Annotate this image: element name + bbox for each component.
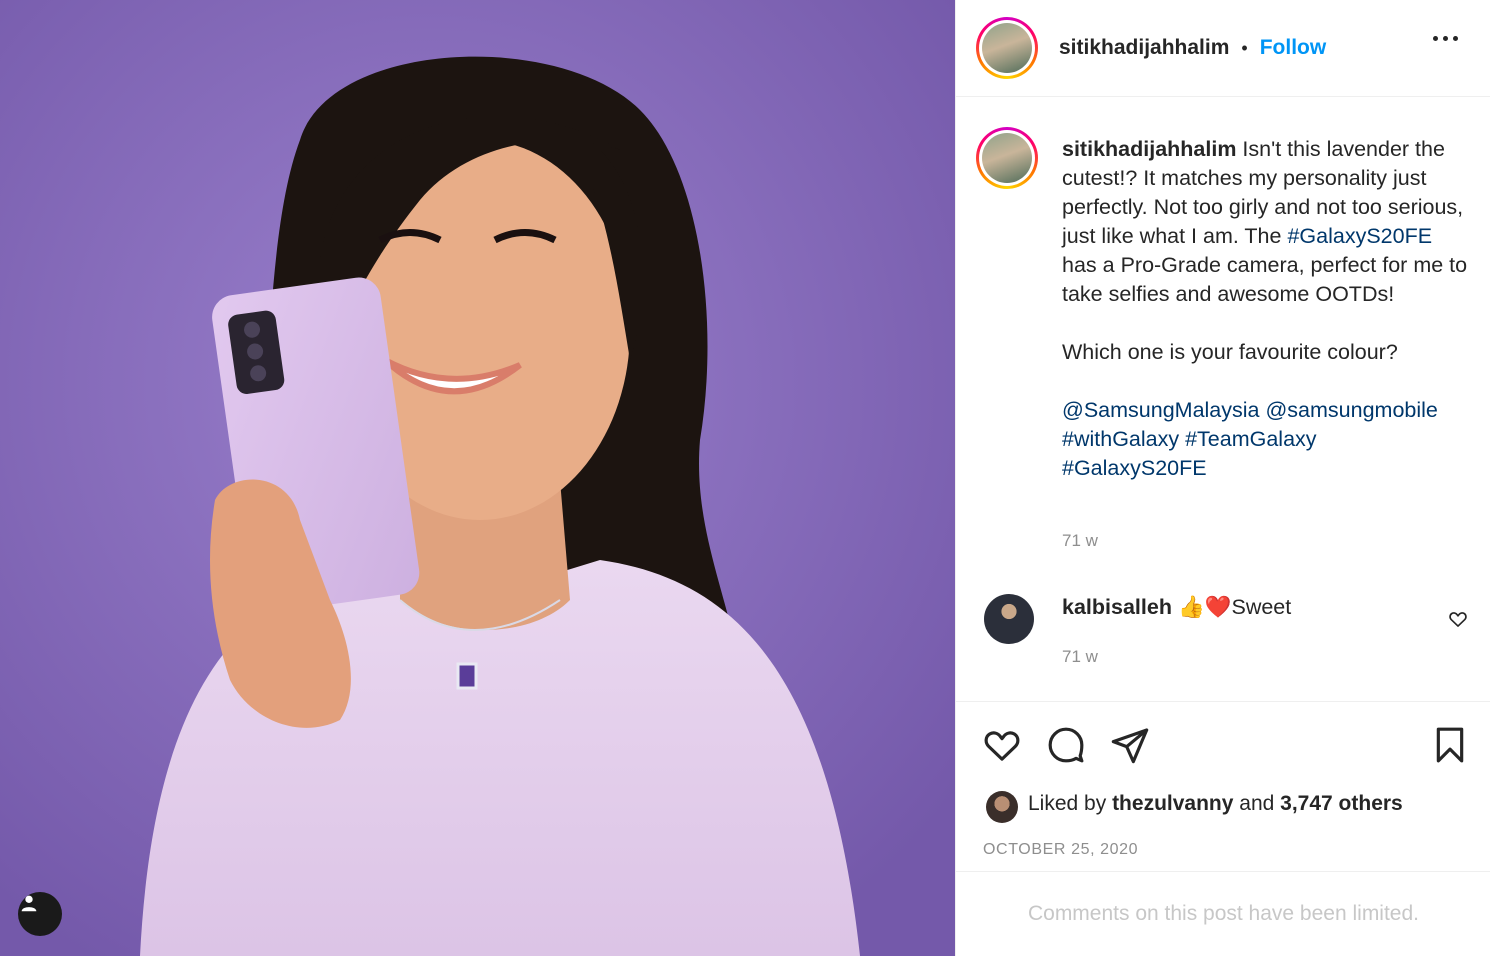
hashtag-link[interactable]: #TeamGalaxy (1185, 427, 1316, 451)
save-button[interactable] (1430, 725, 1470, 770)
hashtag-link[interactable]: #GalaxyS20FE (1062, 456, 1207, 480)
liker-username[interactable]: thezulvanny (1112, 792, 1233, 815)
heart-icon (1449, 612, 1467, 627)
caption-author-avatar[interactable] (976, 127, 1038, 189)
caption-author-avatar-image (982, 133, 1032, 183)
likes-summary: Liked by thezulvanny and 3,747 others (1028, 792, 1403, 816)
mention-link[interactable]: @SamsungMalaysia (1062, 398, 1260, 422)
post-image[interactable] (0, 0, 955, 956)
share-icon (1111, 728, 1149, 764)
comment-icon (1048, 727, 1084, 763)
caption-text: sitikhadijahhalim Isn't this lavender th… (1062, 135, 1472, 483)
separator-dot: • (1241, 37, 1248, 58)
comment-button[interactable] (1046, 725, 1086, 770)
comment-body: 👍❤️Sweet (1177, 595, 1292, 619)
commenter-username[interactable]: kalbisalleh (1062, 595, 1172, 619)
author-avatar-image (982, 23, 1032, 73)
user-tag-icon (21, 895, 37, 912)
bookmark-icon (1436, 727, 1464, 763)
user-tag-button[interactable] (18, 892, 62, 936)
hashtag-link[interactable]: #GalaxyS20FE (1287, 224, 1432, 248)
divider (956, 701, 1490, 702)
heart-icon (984, 731, 1020, 761)
commenter-avatar[interactable] (984, 594, 1034, 644)
post-photo-illustration (0, 0, 955, 956)
comments-limited-notice: Comments on this post have been limited. (1027, 902, 1420, 925)
caption-username[interactable]: sitikhadijahhalim (1062, 137, 1236, 161)
comment: kalbisalleh 👍❤️Sweet (1062, 595, 1291, 620)
hashtag-link[interactable]: #withGalaxy (1062, 427, 1179, 451)
liker-avatar[interactable] (986, 791, 1018, 823)
post-date[interactable]: OCTOBER 25, 2020 (983, 841, 1138, 859)
caption-timestamp[interactable]: 71 w (1062, 531, 1098, 551)
mention-link[interactable]: @samsungmobile (1265, 398, 1437, 422)
likes-count-link[interactable]: 3,747 others (1280, 792, 1403, 815)
caption-question: Which one is your favourite colour? (1062, 340, 1398, 364)
likes-conjunction: and (1239, 792, 1275, 815)
comment-timestamp[interactable]: 71 w (1062, 647, 1098, 667)
caption-part-2: has a Pro-Grade camera, perfect for me t… (1062, 253, 1468, 306)
author-avatar[interactable] (976, 17, 1038, 79)
divider (956, 871, 1490, 872)
likes-prefix: Liked by (1028, 792, 1107, 815)
like-button[interactable] (982, 725, 1022, 770)
post-details-panel: sitikhadijahhalim • Follow sitikhadijahh… (955, 0, 1490, 956)
post-header: sitikhadijahhalim • Follow (956, 0, 1490, 97)
follow-button[interactable]: Follow (1260, 36, 1327, 60)
share-button[interactable] (1110, 725, 1150, 770)
comment-like-button[interactable] (1448, 609, 1468, 634)
author-username[interactable]: sitikhadijahhalim (1059, 36, 1229, 60)
more-options-icon[interactable] (1433, 36, 1458, 41)
